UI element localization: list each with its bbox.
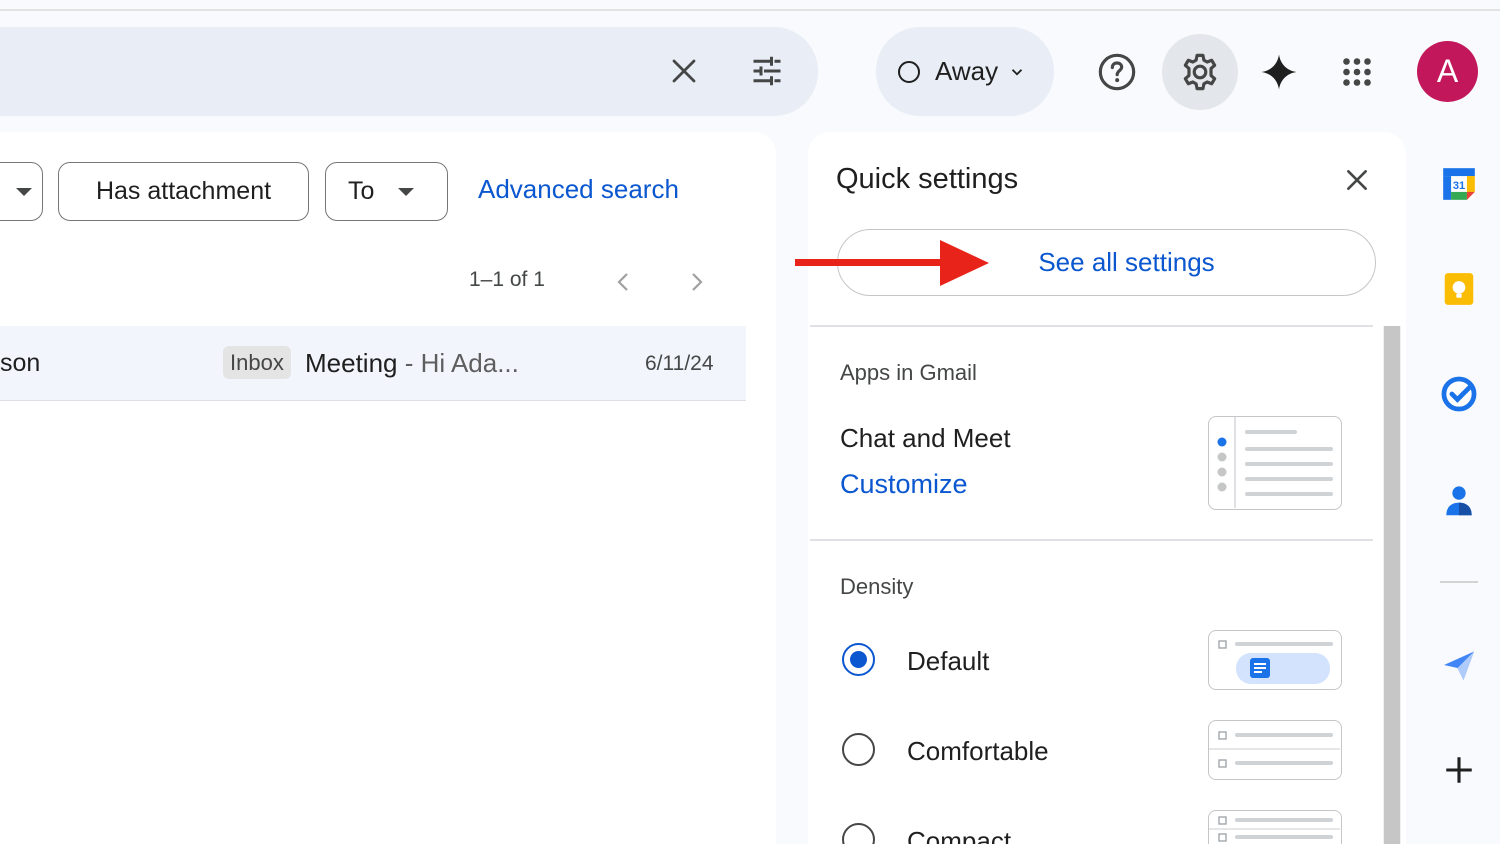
calendar-day-number: 31 — [1453, 180, 1465, 192]
density-option-label[interactable]: Comfortable — [907, 736, 1049, 767]
mail-sender: son — [0, 349, 41, 377]
inbox-label-badge: Inbox — [223, 346, 291, 379]
older-page-button[interactable] — [603, 262, 643, 302]
send-icon — [1444, 651, 1474, 680]
help-icon — [1098, 53, 1136, 91]
chip-label: Has attachment — [95, 177, 272, 205]
mail-snippet: - Hi Ada... — [397, 348, 519, 378]
mail-date: 6/11/24 — [645, 352, 714, 375]
advanced-search-link[interactable]: Advanced search — [478, 174, 679, 205]
annotation-arrow-icon — [795, 240, 989, 286]
mail-list-panel — [0, 132, 776, 844]
apps-grid-icon — [1343, 58, 1371, 86]
get-addons-button[interactable] — [1435, 746, 1483, 794]
tune-icon — [753, 56, 781, 86]
send-addon-button[interactable] — [1435, 641, 1483, 689]
status-away-icon — [898, 60, 920, 83]
settings-button[interactable] — [1162, 34, 1238, 110]
mail-subject: Meeting — [305, 348, 398, 378]
quick-settings-title: Quick settings — [836, 163, 1019, 195]
close-icon — [672, 59, 696, 83]
density-comfortable-radio[interactable] — [842, 733, 875, 766]
density-compact-preview — [1208, 810, 1342, 844]
section-divider — [810, 325, 1373, 327]
density-option-label[interactable]: Compact — [907, 826, 1011, 844]
density-default-preview — [1208, 630, 1342, 690]
keep-icon — [1444, 273, 1474, 305]
mail-row[interactable]: son Inbox Meeting - Hi Ada... 6/11/24 — [0, 326, 746, 401]
contacts-icon — [1446, 486, 1472, 516]
caret-down-icon — [396, 186, 416, 198]
mail-subject-line: Meeting - Hi Ada... — [305, 348, 519, 379]
has-attachment-chip[interactable]: Has attachment — [58, 162, 309, 221]
caret-down-icon — [16, 187, 32, 196]
calendar-app-button[interactable]: 31 — [1435, 160, 1483, 208]
scrollbar-thumb[interactable] — [1384, 326, 1400, 844]
filter-chip-partial[interactable] — [0, 162, 43, 221]
close-icon — [1347, 170, 1367, 190]
top-border — [0, 9, 1500, 11]
settings-gear-icon — [1183, 53, 1217, 91]
tasks-app-button[interactable] — [1435, 370, 1483, 418]
density-section-heading: Density — [840, 574, 914, 599]
apps-section-heading: Apps in Gmail — [840, 360, 977, 385]
chip-label: To — [348, 177, 375, 205]
quick-settings-close-button[interactable] — [1333, 156, 1381, 204]
density-comfortable-preview — [1208, 720, 1342, 780]
pagination-count: 1–1 of 1 — [469, 268, 545, 291]
chat-meet-label: Chat and Meet — [840, 423, 1011, 453]
help-button[interactable] — [1089, 44, 1145, 100]
calendar-icon: 31 — [1443, 168, 1475, 200]
gemini-button[interactable] — [1251, 44, 1307, 100]
side-panel-divider — [1440, 581, 1478, 583]
status-selector[interactable]: Away — [876, 27, 1054, 116]
section-divider — [810, 539, 1373, 541]
search-clear-button[interactable] — [660, 47, 708, 95]
chat-meet-preview — [1208, 416, 1342, 510]
chevron-down-icon — [1008, 63, 1026, 81]
status-label: Away — [935, 56, 999, 86]
customize-link[interactable]: Customize — [840, 469, 968, 500]
account-avatar[interactable]: A — [1417, 41, 1478, 102]
chevron-right-icon — [692, 273, 703, 291]
tasks-icon — [1441, 376, 1477, 412]
google-apps-button[interactable] — [1329, 44, 1385, 100]
keep-app-button[interactable] — [1435, 265, 1483, 313]
add-icon — [1446, 757, 1472, 783]
to-filter-chip[interactable]: To — [325, 162, 448, 221]
search-options-button[interactable] — [743, 47, 791, 95]
density-default-radio[interactable] — [842, 643, 875, 676]
newer-page-button[interactable] — [677, 262, 717, 302]
chevron-left-icon — [617, 273, 628, 291]
density-option-label[interactable]: Default — [907, 646, 989, 677]
contacts-app-button[interactable] — [1435, 477, 1483, 525]
gemini-spark-icon — [1261, 54, 1297, 90]
